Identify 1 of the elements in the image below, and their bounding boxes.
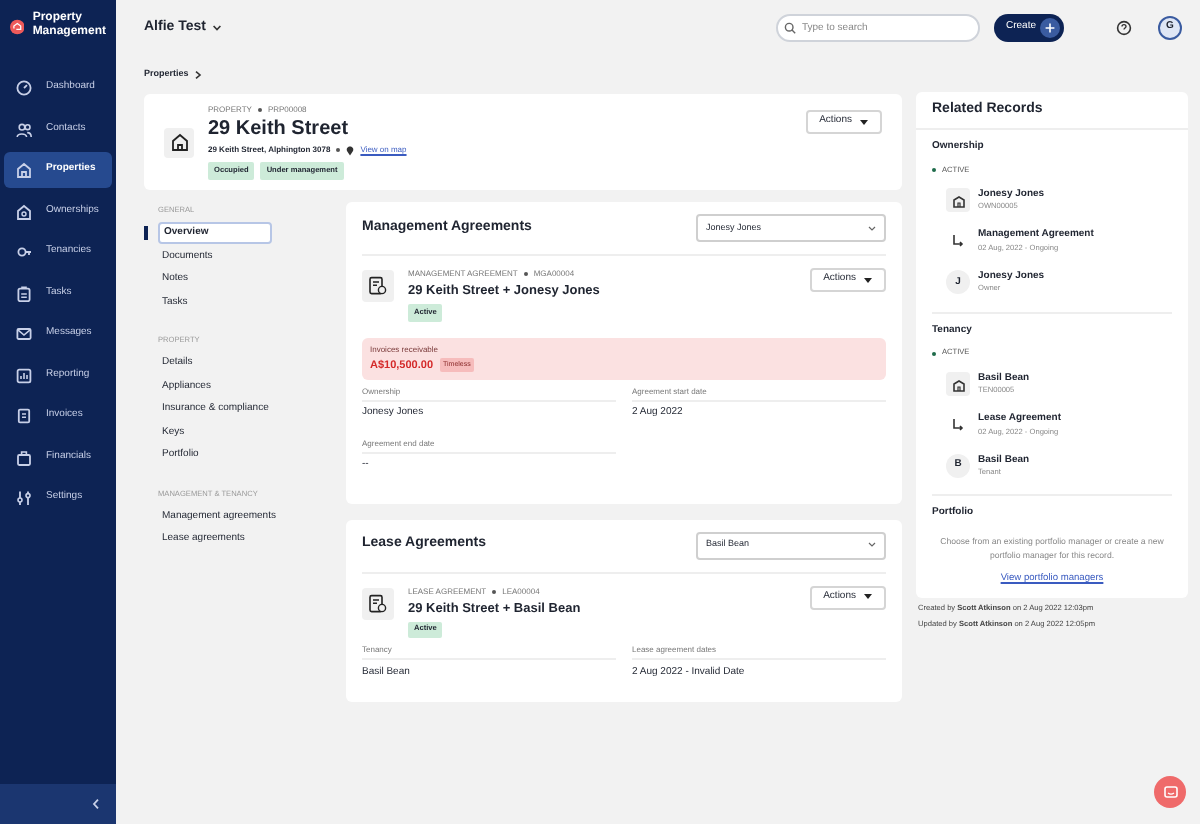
property-title: 29 Keith Street bbox=[208, 118, 351, 143]
